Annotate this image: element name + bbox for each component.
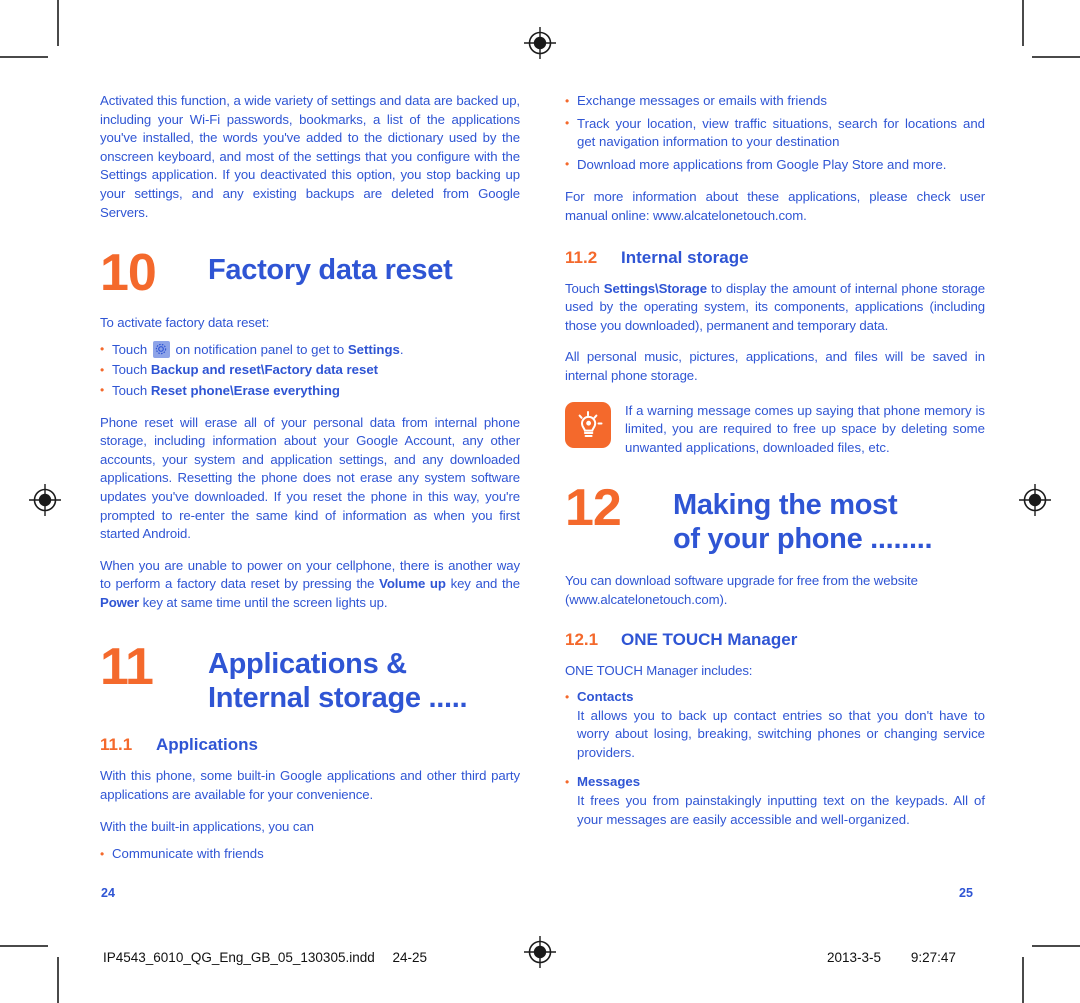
slug-timestamp-block: 2013-3-5 9:27:47 <box>827 950 956 965</box>
step-1-bold: Settings <box>347 341 400 357</box>
chapter-title-11-line1: Applications & <box>208 648 407 681</box>
factory-reset-lead-in: To activate factory data reset: <box>100 315 270 331</box>
bullet-text: Track your location, view traffic situat… <box>577 115 985 150</box>
feature-label-contacts: Contacts <box>577 689 634 705</box>
crop-mark-top-right-vertical <box>1022 0 1024 46</box>
step-3-prefix: Touch <box>112 382 151 398</box>
manager-features: Contacts It allows you to back up contac… <box>565 688 985 829</box>
applications-paragraph-2: With the built-in applications, you can <box>100 818 314 834</box>
bullet-text: Download more applications from Google P… <box>577 156 947 172</box>
chapter-heading-10: 10 Factory data reset <box>100 244 520 303</box>
applications-bullets: Communicate with friends <box>100 845 520 864</box>
internal-storage-paragraph-1: Touch Settings\Storage to display the am… <box>565 280 985 336</box>
crop-mark-top-left-vertical <box>57 0 59 46</box>
factory-reset-paragraph-1: Phone reset will erase all of your perso… <box>100 414 520 542</box>
manager-lead-in: ONE TOUCH Manager includes: <box>565 662 753 678</box>
section-number-12-1: 12.1 <box>565 629 599 649</box>
crop-mark-bottom-left-horizontal <box>0 945 48 947</box>
lightbulb-icon <box>565 401 611 448</box>
chapter-number-11: 11 <box>100 638 154 697</box>
chapter-number-12: 12 <box>565 479 622 538</box>
print-spread: Activated this function, a wide variety … <box>0 0 1080 1003</box>
list-item: Track your location, view traffic situat… <box>565 114 985 152</box>
storage-para-part1: Touch <box>565 280 604 296</box>
para2-part2: key and the <box>445 576 521 592</box>
section-heading-11-2: 11.2 Internal storage <box>565 248 985 268</box>
chapter-title-12-line1: Making the most <box>673 489 898 522</box>
crop-mark-bottom-left-vertical <box>57 957 59 1003</box>
section-title-11-1: Applications <box>156 735 259 755</box>
list-item: Messages It frees you from painstakingly… <box>565 773 985 829</box>
page-left: Activated this function, a wide variety … <box>100 92 520 877</box>
crop-mark-bottom-right-vertical <box>1022 957 1024 1003</box>
applications-paragraph-1: With this phone, some built-in Google ap… <box>100 768 520 803</box>
slug-date: 2013-3-5 <box>827 950 882 965</box>
settings-gear-icon[interactable] <box>152 340 170 358</box>
crop-mark-bottom-right-horizontal <box>1032 945 1080 947</box>
section-heading-11-1: 11.1 Applications <box>100 735 520 755</box>
slug-time: 9:27:47 <box>910 950 956 965</box>
page-number-right: 25 <box>959 886 973 900</box>
list-item: Touch Backup and reset\Factory data rese… <box>100 361 520 380</box>
continued-bullets: Exchange messages or emails with friends… <box>565 92 985 174</box>
chapter-title-11: Applications & Internal storage ..... <box>208 642 468 715</box>
tip-box: If a warning message comes up saying tha… <box>565 401 985 458</box>
section-number-11-1: 11.1 <box>100 735 133 755</box>
bullet-text: Exchange messages or emails with friends <box>577 93 827 108</box>
step-1-middle: on notification panel to get to <box>171 341 348 357</box>
chapter-12-paragraph-1: You can download software upgrade for fr… <box>565 573 918 607</box>
tip-text: If a warning message comes up saying tha… <box>625 402 985 455</box>
list-item: Touch on notification panel to get to Se… <box>100 340 520 360</box>
step-2-bold: Backup and reset\Factory data reset <box>150 362 379 378</box>
factory-reset-paragraph-2: When you are unable to power on your cel… <box>100 557 520 613</box>
chapter-title-10: Factory data reset <box>208 254 453 287</box>
feature-description-messages: It frees you from painstakingly inputtin… <box>577 793 985 827</box>
section-heading-12-1: 12.1 ONE TOUCH Manager <box>565 630 985 650</box>
internal-storage-paragraph-2: All personal music, pictures, applicatio… <box>565 349 985 383</box>
step-3-bold: Reset phone\Erase everything <box>150 382 340 398</box>
step-1-suffix: . <box>399 341 404 357</box>
page-right: Exchange messages or emails with friends… <box>565 92 985 842</box>
feature-label-messages: Messages <box>577 774 641 790</box>
intro-paragraph: Activated this function, a wide variety … <box>100 93 520 220</box>
step-2-prefix: Touch <box>112 362 151 378</box>
settings-storage-path: Settings\Storage <box>603 280 707 296</box>
slug-filename: IP4543_6010_QG_Eng_GB_05_130305.indd <box>103 950 375 965</box>
step-1-prefix: Touch <box>112 341 151 357</box>
registration-mark-left <box>28 483 62 517</box>
power-label: Power <box>100 594 140 610</box>
section-number-11-2: 11.2 <box>565 247 598 267</box>
registration-mark-bottom <box>523 935 557 969</box>
section-title-12-1: ONE TOUCH Manager <box>621 629 798 649</box>
feature-description-contacts: It allows you to back up contact entries… <box>577 707 985 760</box>
list-item: Exchange messages or emails with friends <box>565 92 985 111</box>
slug-filename-block: IP4543_6010_QG_Eng_GB_05_130305.indd 24-… <box>103 950 427 965</box>
slug-page-range: 24-25 <box>392 950 428 965</box>
bullet-text: Communicate with friends <box>112 846 264 862</box>
crop-mark-top-right-horizontal <box>1032 56 1080 58</box>
chapter-heading-11: 11 Applications & Internal storage ..... <box>100 638 520 715</box>
chapter-number-10: 10 <box>100 244 157 303</box>
page-number-left: 24 <box>101 886 115 900</box>
chapter-title-12-line2: of your phone ........ <box>673 523 933 556</box>
chapter-title-11-line2: Internal storage ..... <box>208 682 468 715</box>
list-item: Communicate with friends <box>100 845 520 864</box>
list-item: Touch Reset phone\Erase everything <box>100 381 520 401</box>
chapter-title-12: Making the most of your phone ........ <box>673 483 933 556</box>
section-title-11-2: Internal storage <box>621 247 749 267</box>
list-item: Contacts It allows you to back up contac… <box>565 688 985 762</box>
crop-mark-top-left-horizontal <box>0 56 48 58</box>
list-item: Download more applications from Google P… <box>565 155 985 175</box>
more-info-paragraph: For more information about these applica… <box>565 189 985 223</box>
para2-part3: key at same time until the screen lights… <box>139 594 388 610</box>
registration-mark-top <box>523 26 557 60</box>
registration-mark-right <box>1018 483 1052 517</box>
factory-reset-steps: Touch on notification panel to get to Se… <box>100 340 520 401</box>
volume-up-label: Volume up <box>379 576 446 592</box>
chapter-heading-12: 12 Making the most of your phone .......… <box>565 479 985 556</box>
